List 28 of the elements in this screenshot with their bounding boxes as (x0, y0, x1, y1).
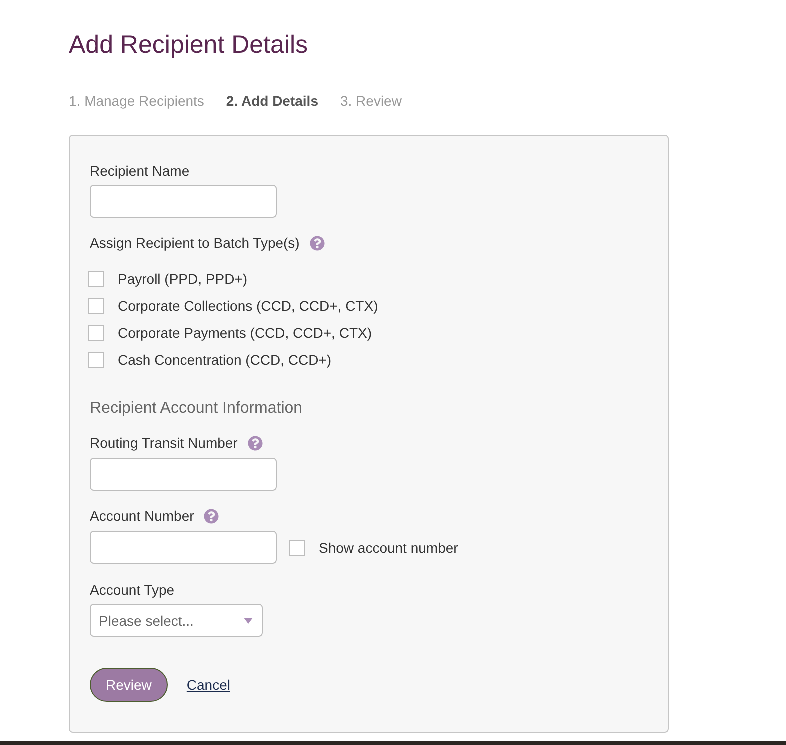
checkbox-label[interactable]: Cash Concentration (CCD, CCD+) (118, 350, 332, 370)
account-number-input[interactable] (90, 531, 277, 564)
caret-icon (244, 618, 253, 624)
checkbox[interactable] (88, 325, 104, 341)
recipient-name-input[interactable] (90, 185, 277, 218)
field-label: Account Number (90, 507, 194, 526)
checkbox-label[interactable]: Corporate Collections (CCD, CCD+, CTX) (118, 296, 378, 316)
checkbox[interactable] (88, 271, 104, 287)
wizard-step[interactable]: 2. Add Details (226, 91, 318, 111)
field-label: Recipient Name (90, 162, 190, 181)
checkbox-label[interactable]: Payroll (PPD, PPD+) (118, 269, 248, 289)
field-label: Assign Recipient to Batch Type(s) (90, 234, 300, 253)
section-heading: Recipient Account Information (90, 399, 303, 419)
account-type-select[interactable]: Please select... (90, 604, 263, 637)
checkbox-label[interactable]: Show account number (319, 538, 458, 558)
checkbox[interactable] (88, 352, 104, 368)
page-title: Add Recipient Details (69, 30, 308, 60)
routing-number-input[interactable] (90, 458, 277, 491)
review-button[interactable]: Review (90, 668, 168, 702)
checkbox-label[interactable]: Corporate Payments (CCD, CCD+, CTX) (118, 323, 372, 343)
help-icon[interactable] (248, 436, 263, 450)
field-label: Account Type (90, 581, 175, 600)
field-label: Routing Transit Number (90, 434, 238, 453)
checkbox[interactable] (289, 540, 305, 556)
help-icon[interactable] (204, 508, 220, 524)
checkbox[interactable] (88, 298, 104, 314)
help-icon[interactable] (310, 236, 325, 250)
cancel-link[interactable]: Cancel (186, 677, 230, 693)
